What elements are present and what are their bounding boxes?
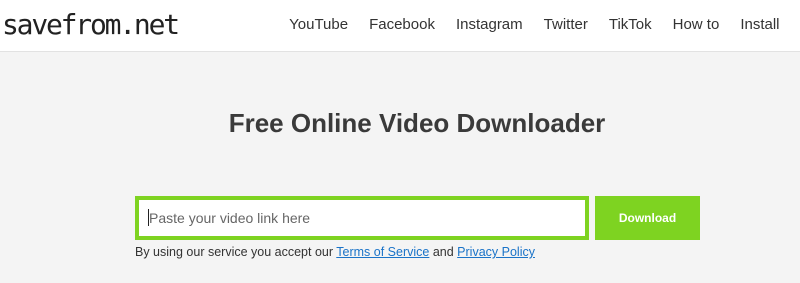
nav-how-to[interactable]: How to [662,0,730,50]
terms-notice: By using our service you accept our Term… [135,243,535,261]
video-link-input[interactable] [135,196,589,240]
nav-instagram[interactable]: Instagram [445,0,533,50]
privacy-policy-link[interactable]: Privacy Policy [457,245,535,259]
main-nav: YouTube Facebook Instagram Twitter TikTo… [279,0,790,50]
nav-facebook[interactable]: Facebook [359,0,446,50]
nav-install[interactable]: Install [730,0,790,50]
nav-twitter[interactable]: Twitter [533,0,598,50]
terms-prefix: By using our service you accept our [135,245,337,259]
site-header: savefrom.net YouTube Facebook Instagram … [0,0,800,52]
nav-tiktok[interactable]: TikTok [598,0,662,50]
terms-middle: and [429,245,458,259]
site-logo[interactable]: savefrom.net [2,5,180,45]
nav-youtube[interactable]: YouTube [279,0,359,50]
page-title: Free Online Video Downloader [228,108,606,138]
terms-of-service-link[interactable]: Terms of Service [336,245,429,259]
download-button[interactable]: Download [595,196,700,240]
text-cursor [148,209,149,226]
